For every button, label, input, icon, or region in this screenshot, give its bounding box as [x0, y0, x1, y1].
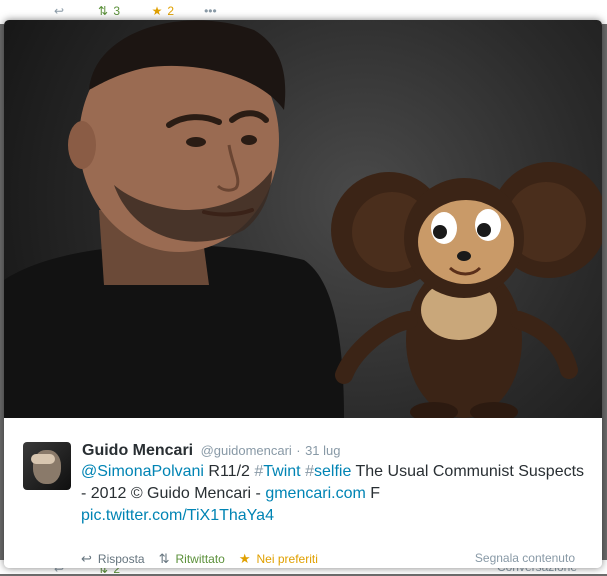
tweet-text-part-3: F	[365, 485, 381, 502]
tweet-text-part-1: R11/2	[203, 463, 255, 480]
retweet-button[interactable]: ⇅ Ritwittato	[159, 551, 225, 567]
retweet-icon: ⇅	[158, 551, 170, 566]
background-retweet-count: 3	[113, 4, 121, 18]
retweet-label: Ritwittato	[175, 552, 225, 566]
mention-link[interactable]: @SimonaPolvani	[81, 463, 204, 480]
reply-label: Risposta	[97, 552, 145, 566]
background-tweet-top-actions: ↩ ⇅ 3 ★ 2 •••	[52, 4, 217, 18]
reply-icon[interactable]: ↩	[52, 4, 66, 18]
hashtag-twint-label: Twint	[263, 463, 301, 480]
author-username[interactable]: @guidomencari	[201, 443, 292, 458]
favorite-label: Nei preferiti	[256, 552, 318, 566]
more-dots-icon[interactable]: •••	[204, 4, 217, 18]
hashtag-selfie-label: selfie	[313, 463, 352, 480]
tweet-text: @SimonaPolvani R11/2 #Twint #selfie The …	[81, 461, 591, 527]
tweet-header: Guido Mencari @guidomencari · 31 lug	[82, 442, 341, 460]
star-icon: ★	[238, 551, 251, 566]
hashtag-selfie[interactable]: #selfie	[305, 463, 351, 480]
author-fullname[interactable]: Guido Mencari	[82, 442, 193, 459]
pic-link[interactable]: pic.twitter.com/TiX1ThaYa4	[81, 507, 274, 524]
timestamp-separator: ·	[296, 443, 301, 458]
star-icon: ★	[151, 4, 163, 18]
favorite-button[interactable]: ★ Nei preferiti	[239, 551, 318, 567]
tweet-details: Guido Mencari @guidomencari · 31 lug @Si…	[4, 418, 602, 568]
tweet-actions: ↩ Risposta ⇅ Ritwittato ★ Nei preferiti	[81, 551, 332, 567]
tweet-photo[interactable]	[4, 20, 602, 418]
hashtag-symbol: #	[305, 463, 314, 480]
background-favorite-count: 2	[167, 4, 175, 18]
photo-illustration	[4, 20, 602, 418]
hashtag-symbol: #	[254, 463, 264, 480]
timestamp[interactable]: 31 lug	[305, 443, 340, 458]
report-link[interactable]: Segnala contenuto	[475, 551, 575, 565]
background-retweet-button[interactable]: ⇅ 3	[96, 4, 120, 18]
media-overlay: Guido Mencari @guidomencari · 31 lug @Si…	[4, 20, 602, 568]
avatar[interactable]	[23, 442, 71, 490]
reply-icon: ↩	[81, 551, 92, 566]
retweet-icon: ⇅	[97, 4, 109, 18]
hashtag-twint[interactable]: #Twint	[254, 463, 300, 480]
avatar-hand	[31, 454, 55, 464]
website-link[interactable]: gmencari.com	[265, 485, 365, 502]
background-favorite-button[interactable]: ★ 2	[150, 4, 174, 18]
reply-button[interactable]: ↩ Risposta	[81, 551, 145, 567]
